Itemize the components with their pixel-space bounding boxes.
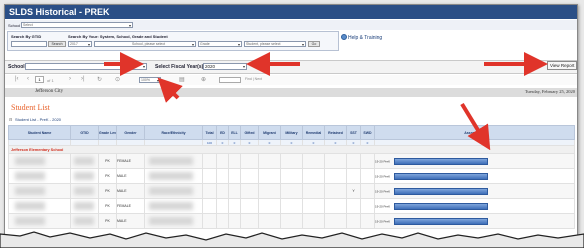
find-next-link[interactable]: Find | Next	[245, 77, 262, 81]
col-race-ethnicity[interactable]: Race/Ethnicity	[144, 125, 203, 140]
window-title: SLDS Historical - PREK	[5, 5, 577, 19]
search-button[interactable]: Search	[48, 41, 66, 47]
redacted-race	[149, 157, 193, 165]
redacted-gtid	[74, 172, 94, 180]
search-by-name-label: Search By Your: System, School, Grade an…	[68, 34, 168, 39]
top-school-label: School	[8, 23, 21, 28]
top-school-row: School Select ▾	[5, 20, 577, 30]
redacted-name	[15, 217, 45, 225]
student-list-header: Student List - PreK - 2020	[15, 117, 62, 122]
print-icon[interactable]: ⊕	[201, 76, 206, 83]
collapse-icon[interactable]: ⊟	[9, 117, 12, 122]
col-ell[interactable]: ELL	[228, 125, 241, 140]
redacted-gtid	[74, 157, 94, 165]
help-icon[interactable]	[341, 34, 347, 40]
chevron-down-icon: ▾	[242, 64, 245, 69]
search-panel: Search By GTID Search By Your: System, S…	[7, 31, 339, 51]
top-school-select[interactable]: Select ▾	[21, 22, 133, 28]
chevron-down-icon: ▾	[301, 42, 304, 47]
col-swd[interactable]: SWD	[360, 125, 375, 140]
zoom-select[interactable]: 100% ▾	[139, 77, 161, 83]
assessment-bar[interactable]	[394, 217, 489, 225]
table-row[interactable]: PK MALE 19-20 PreK	[8, 168, 575, 184]
student-table: Student Name GTID Grade Level Gender Rac…	[8, 125, 575, 229]
assessment-bar[interactable]	[394, 157, 489, 165]
col-retained[interactable]: Retained	[324, 125, 347, 140]
search-by-id-label: Search By GTID	[11, 34, 42, 39]
find-input[interactable]	[219, 77, 241, 83]
chevron-down-icon: ▾	[142, 64, 145, 69]
redacted-gtid	[74, 202, 94, 210]
chevron-down-icon: ▾	[128, 23, 131, 28]
chevron-down-icon: ▾	[237, 42, 240, 47]
redacted-gtid	[74, 217, 94, 225]
col-student-name[interactable]: Student Name	[8, 125, 71, 140]
chevron-down-icon: ▾	[156, 78, 159, 83]
col-gifted[interactable]: Gifted	[240, 125, 259, 140]
redacted-race	[149, 217, 193, 225]
go-button[interactable]: Go	[308, 41, 320, 47]
district-name: Jefferson City	[35, 89, 64, 94]
redacted-name	[15, 172, 45, 180]
back-icon[interactable]: ⊙	[115, 76, 120, 83]
redacted-name	[15, 157, 45, 165]
gtid-input[interactable]	[11, 41, 47, 47]
page-number-input[interactable]: 1	[35, 76, 44, 83]
col-sst[interactable]: SST	[346, 125, 361, 140]
col-grade-level[interactable]: Grade Level	[98, 125, 117, 140]
fiscal-year-select[interactable]: 2020 ▾	[203, 63, 247, 70]
redacted-gtid	[74, 187, 94, 195]
report-date: Tuesday, February 25, 2020	[524, 89, 575, 94]
param-school-label: School	[8, 64, 25, 70]
redacted-race	[149, 187, 193, 195]
redacted-name	[15, 202, 45, 210]
param-school-select[interactable]: ▾	[25, 63, 147, 70]
table-header: Student Name GTID Grade Level Gender Rac…	[8, 125, 575, 140]
student-list-title: Student List	[11, 103, 50, 112]
fiscal-year-label: Select Fiscal Year(s)	[155, 64, 204, 70]
district-bar	[5, 88, 577, 97]
assessment-bar[interactable]	[394, 187, 489, 195]
school-search-select[interactable]: School, please select ▾	[94, 41, 196, 47]
chevron-down-icon: ▾	[87, 42, 90, 47]
assessment-bar[interactable]	[394, 202, 489, 210]
refresh-icon[interactable]: ↻	[97, 76, 102, 83]
redacted-name	[15, 187, 45, 195]
redacted-race	[149, 172, 193, 180]
help-training-link[interactable]: Help & Training	[348, 35, 382, 41]
previous-page-icon[interactable]: ‹	[27, 76, 29, 82]
school-group-row: Jefferson Elementary School	[8, 145, 575, 154]
app-window: SLDS Historical - PREK School Select ▾ Se…	[4, 4, 578, 242]
col-gender[interactable]: Gender	[116, 125, 145, 140]
grade-year-select[interactable]: 2017 ▾	[68, 41, 92, 47]
grade-select[interactable]: Grade ▾	[198, 41, 242, 47]
table-row[interactable]: PK FEMALE 19-20 PreK	[8, 153, 575, 169]
report-toolbar	[5, 75, 577, 85]
next-page-icon[interactable]: ›	[69, 76, 71, 82]
col-military[interactable]: Military	[280, 125, 303, 140]
torn-edge	[0, 231, 584, 248]
col-assessment[interactable]: Assessment	[374, 125, 575, 140]
redacted-race	[149, 202, 193, 210]
col-total[interactable]: Total	[202, 125, 217, 140]
table-row[interactable]: PK FEMALE 19-20 PreK	[8, 198, 575, 214]
assessment-bar[interactable]	[394, 172, 489, 180]
student-select[interactable]: Student, please select ▾	[244, 41, 306, 47]
view-report-button[interactable]: View Report	[547, 61, 577, 70]
col-migrant[interactable]: Migrant	[258, 125, 281, 140]
export-icon[interactable]: ▤	[179, 76, 185, 83]
chevron-down-icon: ▾	[191, 42, 194, 47]
col-ed[interactable]: ED	[216, 125, 229, 140]
report-parameters-bar: School ▾ Select Fiscal Year(s) 2020 ▾	[5, 60, 577, 74]
col-gtid[interactable]: GTID	[70, 125, 99, 140]
col-remedial[interactable]: Remedial	[302, 125, 325, 140]
first-page-icon[interactable]: |‹	[15, 76, 19, 82]
table-row[interactable]: PK MALE Y 19-20 PreK	[8, 183, 575, 199]
last-page-icon[interactable]: ›|	[81, 76, 85, 82]
school-name: Jefferson Elementary School	[11, 147, 64, 152]
page-count: of 1	[47, 78, 54, 83]
